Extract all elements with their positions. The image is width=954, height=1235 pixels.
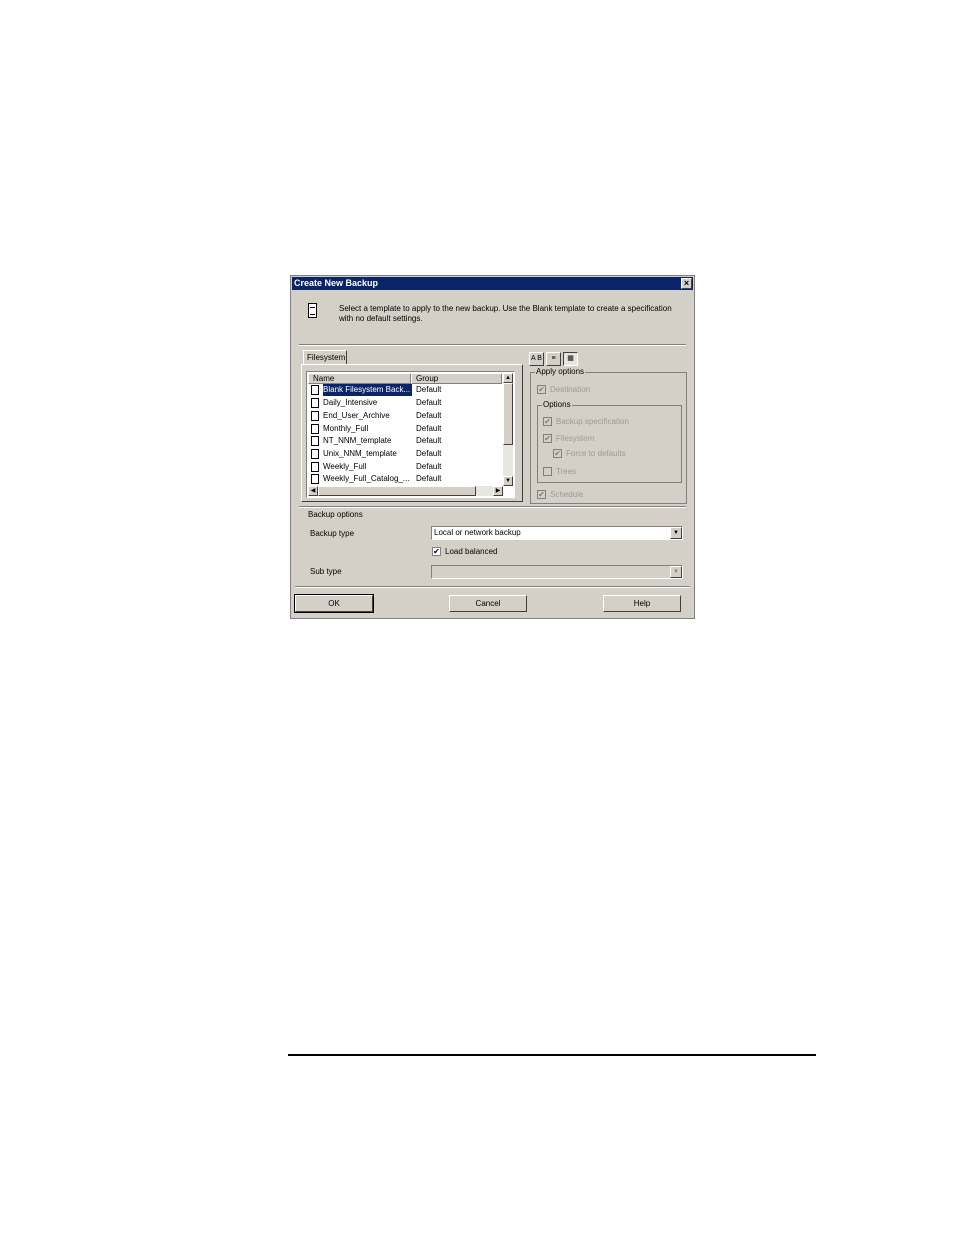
sub-type-label: Sub type bbox=[310, 567, 342, 576]
list-item[interactable]: Daily_Intensive Default bbox=[309, 397, 501, 409]
horizontal-scrollbar[interactable]: ◀ ▶ bbox=[308, 486, 503, 496]
list-item[interactable]: Weekly_Full Default bbox=[309, 461, 501, 473]
header-divider bbox=[299, 344, 686, 346]
list-item[interactable]: Blank Filesystem Back... Default bbox=[309, 384, 501, 396]
description-line-1: Select a template to apply to the new ba… bbox=[339, 304, 672, 313]
template-icon bbox=[311, 449, 319, 459]
cancel-button[interactable]: Cancel bbox=[449, 595, 527, 612]
list-item[interactable]: Weekly_Full_Catalog_... Default bbox=[309, 473, 501, 485]
list-item[interactable]: Unix_NNM_template Default bbox=[309, 448, 501, 460]
schedule-label: Schedule bbox=[550, 490, 584, 499]
filesystem-checkbox[interactable]: ✔ bbox=[543, 434, 552, 443]
description-line-2: with no default settings. bbox=[339, 314, 423, 323]
scroll-left-icon[interactable]: ◀ bbox=[308, 486, 318, 496]
tab-filesystem[interactable]: Filesystem bbox=[303, 350, 347, 364]
trees-checkbox[interactable] bbox=[543, 467, 552, 476]
sort-alpha-icon[interactable]: A B bbox=[529, 352, 544, 366]
filesystem-label: Filesystem bbox=[556, 434, 595, 443]
details-view-icon[interactable]: ▦ bbox=[563, 352, 578, 366]
button-divider bbox=[295, 586, 690, 588]
backup-options-divider bbox=[299, 506, 686, 508]
list-item[interactable]: NT_NNM_template Default bbox=[309, 435, 501, 447]
backup-options-label: Backup options bbox=[308, 510, 363, 519]
template-icon bbox=[311, 436, 319, 446]
chevron-down-icon[interactable]: ▼ bbox=[670, 566, 682, 578]
template-document-icon bbox=[308, 303, 317, 318]
scroll-right-icon[interactable]: ▶ bbox=[493, 486, 503, 496]
scroll-thumb[interactable] bbox=[503, 383, 513, 445]
dialog-title: Create New Backup bbox=[294, 278, 379, 288]
vertical-scrollbar[interactable]: ▲ ▼ bbox=[503, 373, 513, 486]
column-header-group[interactable]: Group bbox=[411, 373, 502, 384]
trees-label: Trees bbox=[556, 467, 577, 476]
schedule-checkbox[interactable]: ✔ bbox=[537, 490, 546, 499]
sub-type-select[interactable]: ▼ bbox=[431, 565, 683, 579]
scroll-up-icon[interactable]: ▲ bbox=[503, 373, 513, 383]
template-icon bbox=[311, 462, 319, 472]
create-new-backup-dialog: Create New Backup × Select a template to… bbox=[290, 275, 695, 619]
list-item[interactable]: End_User_Archive Default bbox=[309, 410, 501, 422]
template-icon bbox=[311, 424, 319, 434]
backup-type-select[interactable]: Local or network backup ▼ bbox=[431, 526, 683, 540]
close-button[interactable]: × bbox=[681, 278, 692, 289]
backup-type-label: Backup type bbox=[310, 529, 355, 538]
load-balanced-checkbox[interactable]: ✔ bbox=[432, 547, 441, 556]
help-button[interactable]: Help bbox=[603, 595, 681, 612]
list-view-icon[interactable]: ≡ bbox=[546, 352, 561, 366]
page-footer-rule bbox=[288, 1054, 816, 1056]
list-item[interactable]: Monthly_Full Default bbox=[309, 423, 501, 435]
force-to-defaults-label: Force to defaults bbox=[566, 449, 626, 458]
template-list[interactable]: Name Group Blank Filesystem Back... Defa… bbox=[306, 371, 515, 498]
title-bar: Create New Backup × bbox=[292, 277, 693, 290]
apply-options-label: Apply options bbox=[535, 367, 586, 376]
backup-type-value: Local or network backup bbox=[434, 528, 521, 537]
ok-button[interactable]: OK bbox=[294, 594, 374, 613]
backup-specification-checkbox[interactable]: ✔ bbox=[543, 417, 552, 426]
template-icon bbox=[311, 385, 319, 395]
column-header-name[interactable]: Name bbox=[308, 373, 411, 384]
force-to-defaults-checkbox[interactable]: ✔ bbox=[553, 449, 562, 458]
load-balanced-label: Load balanced bbox=[445, 547, 498, 556]
horizontal-scroll-thumb[interactable] bbox=[318, 486, 476, 496]
template-icon bbox=[311, 411, 319, 421]
options-label: Options bbox=[542, 400, 572, 409]
template-icon bbox=[311, 474, 319, 484]
destination-checkbox[interactable]: ✔ bbox=[537, 385, 546, 394]
backup-specification-label: Backup specification bbox=[556, 417, 629, 426]
template-icon bbox=[311, 398, 319, 408]
chevron-down-icon[interactable]: ▼ bbox=[670, 527, 682, 539]
destination-label: Destination bbox=[550, 385, 591, 394]
scroll-down-icon[interactable]: ▼ bbox=[503, 476, 513, 486]
